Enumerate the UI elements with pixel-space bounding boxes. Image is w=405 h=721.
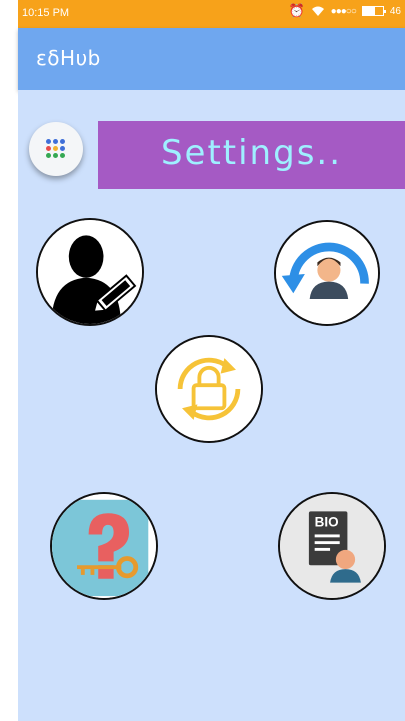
status-icons: ⏰ ●●●○○ 46 <box>288 4 401 18</box>
status-bar: 10:15 PM ⏰ ●●●○○ 46 <box>18 0 405 28</box>
refresh-profile-button[interactable] <box>274 220 380 326</box>
screen: 10:15 PM ⏰ ●●●○○ 46 εδHυb Settings.. BIO <box>0 0 405 721</box>
question-key-icon <box>52 494 156 598</box>
edit-profile-button[interactable] <box>36 218 144 326</box>
bio-document-icon: BIO <box>280 494 384 598</box>
bio-button[interactable]: BIO <box>278 492 386 600</box>
status-time: 10:15 PM <box>22 7 70 19</box>
svg-text:BIO: BIO <box>315 515 339 530</box>
edit-profile-icon <box>38 220 142 324</box>
app-grid-icon <box>46 139 66 159</box>
refresh-profile-icon <box>276 222 378 324</box>
alarm-icon: ⏰ <box>288 3 305 18</box>
app-bar: εδHυb <box>18 28 405 90</box>
settings-banner: Settings.. <box>98 121 405 189</box>
change-password-button[interactable] <box>155 335 263 443</box>
battery-percent: 46 <box>389 5 401 17</box>
wifi-icon <box>311 5 325 17</box>
app-title: εδHυb <box>36 46 101 70</box>
settings-content: Settings.. BIO <box>18 90 405 721</box>
app-menu-button[interactable] <box>29 122 83 176</box>
settings-title: Settings.. <box>160 133 343 173</box>
lock-refresh-icon <box>157 337 261 441</box>
battery-icon <box>361 6 386 16</box>
signal-icon: ●●●○○ <box>330 5 357 17</box>
forgot-password-button[interactable] <box>50 492 158 600</box>
